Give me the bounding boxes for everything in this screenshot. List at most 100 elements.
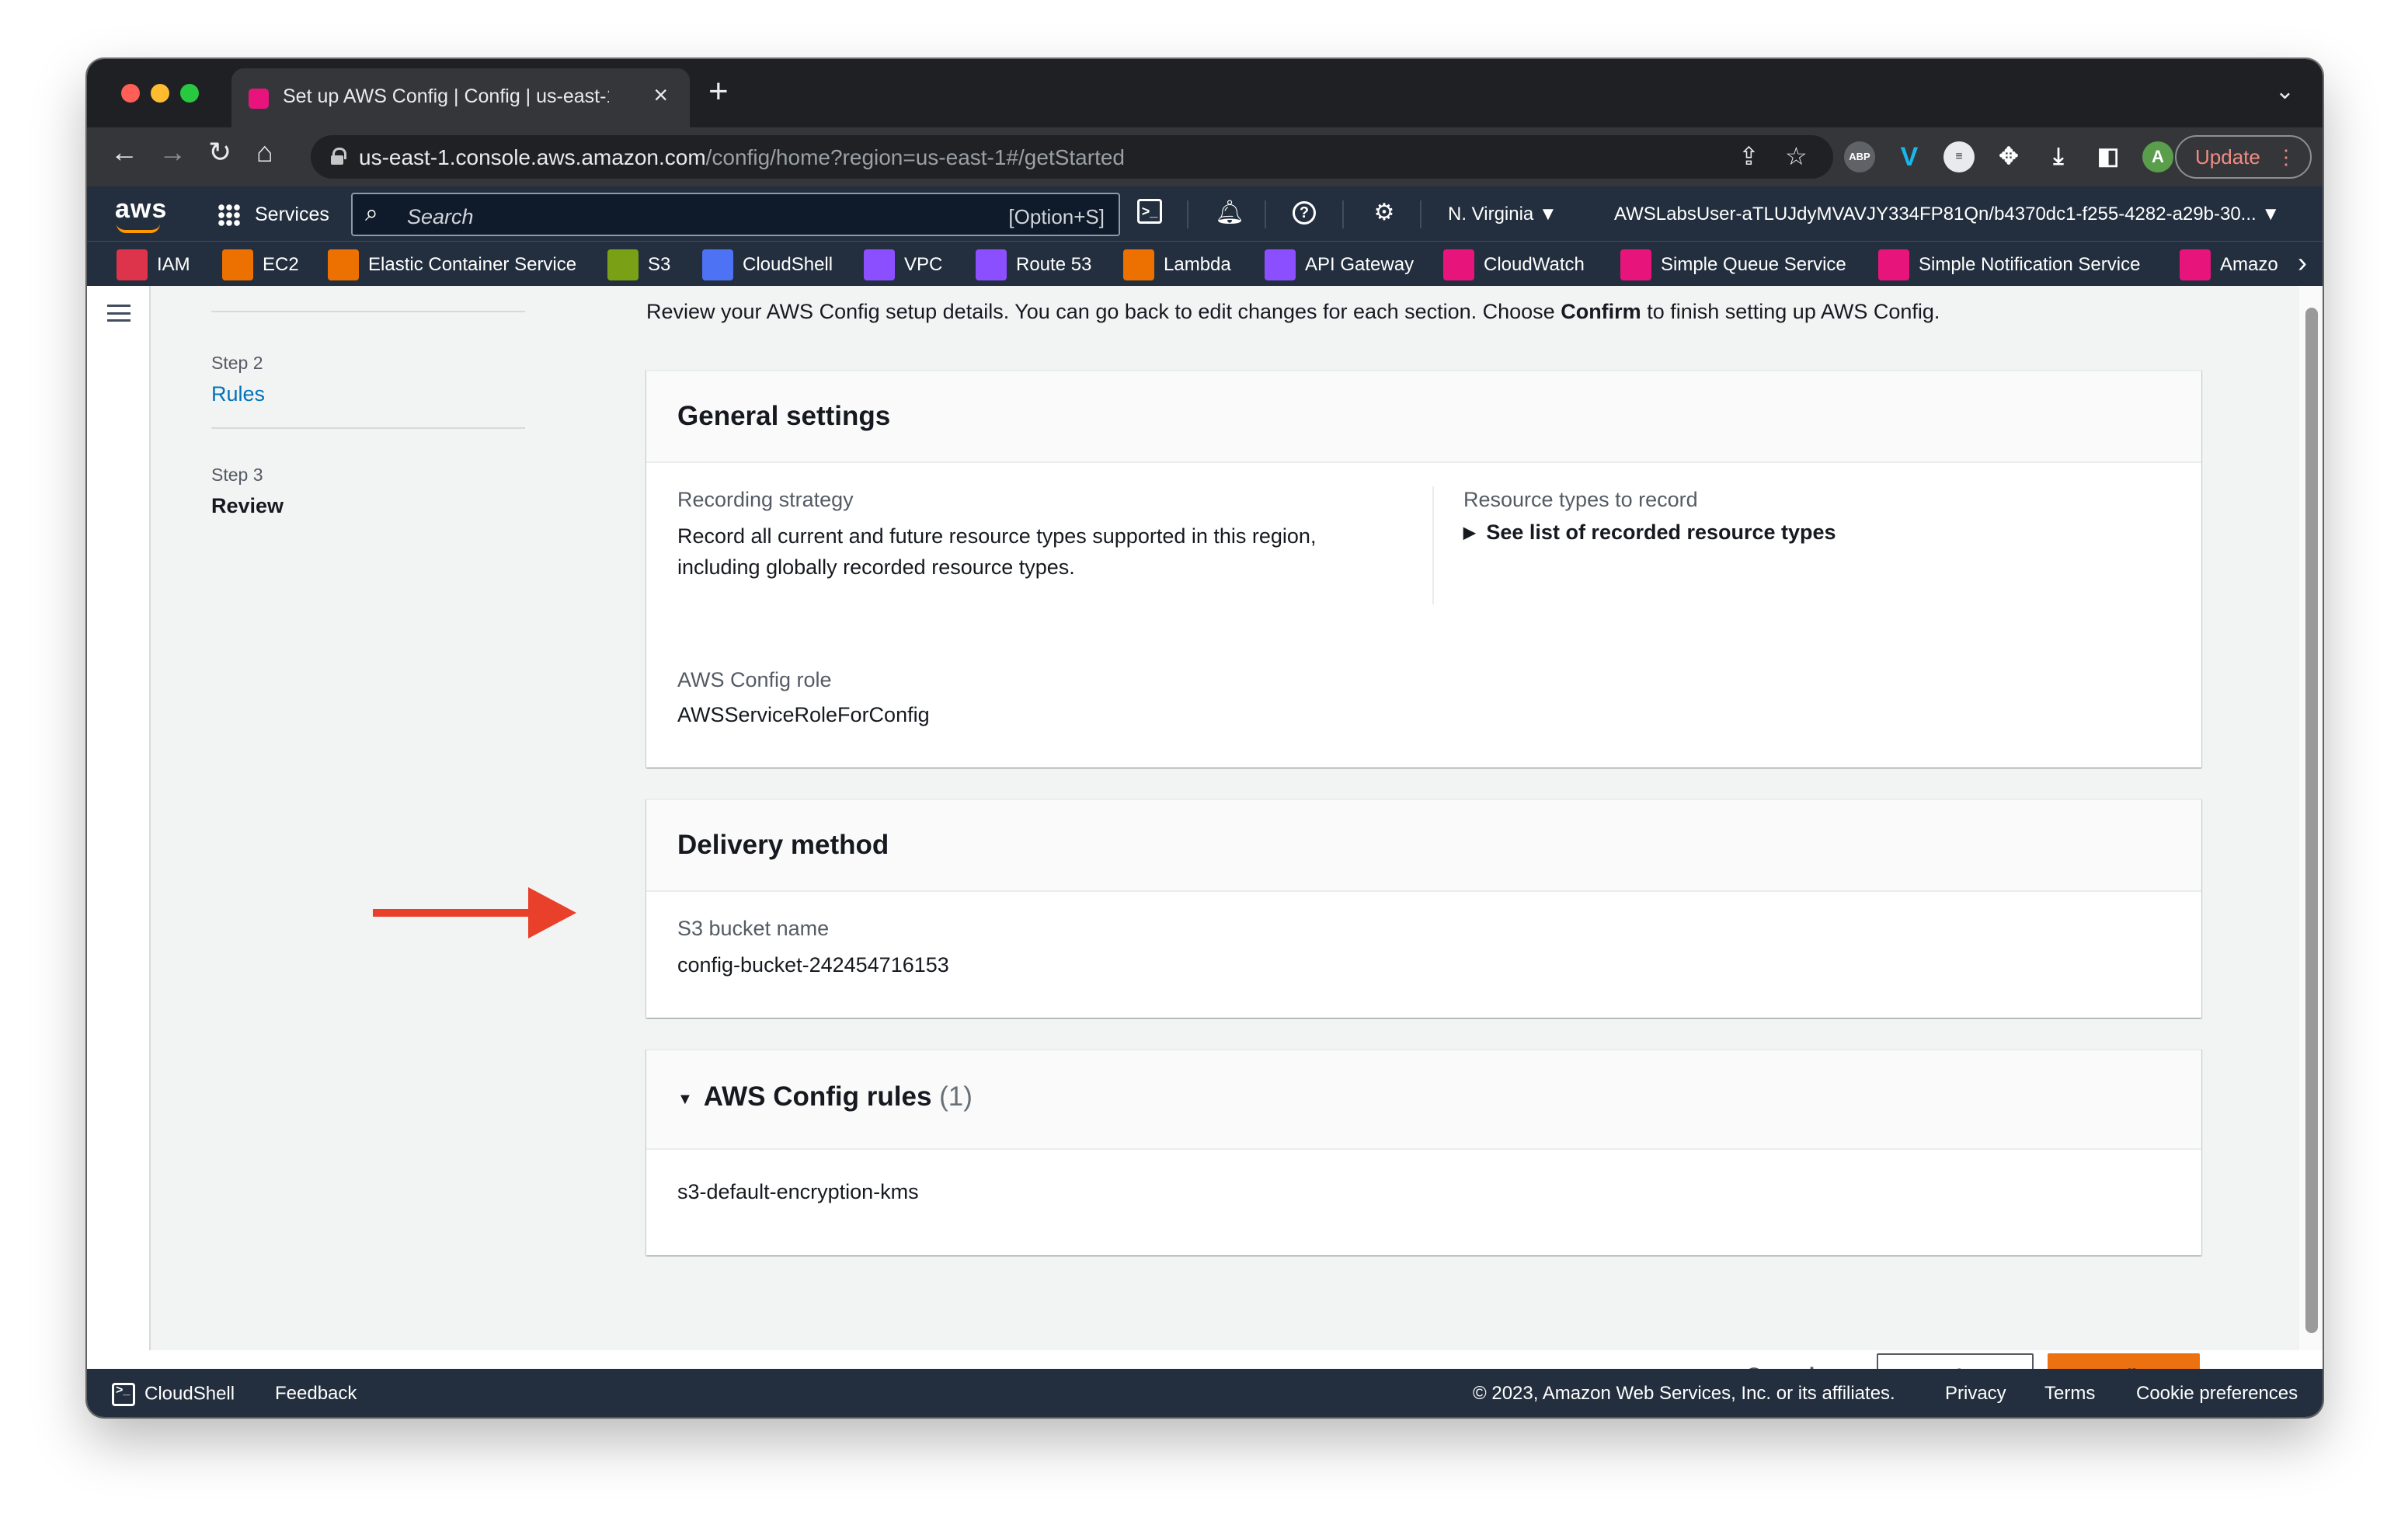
menu-hamburger-icon[interactable] [107,305,130,322]
profile-avatar[interactable]: A [2142,141,2173,172]
favorite-ec2[interactable]: EC2 [222,249,299,280]
footer-feedback[interactable]: Feedback [275,1383,357,1405]
amazon-service-icon [2180,249,2211,280]
column-separator [1432,486,1434,604]
account-menu[interactable]: AWSLabsUser-aTLUJdyMVAVJY334FP81Qn/b4370… [1614,204,2280,225]
browser-tab[interactable]: Set up AWS Config | Config | us-east-1 × [231,68,690,127]
favorite-vpc[interactable]: VPC [864,249,942,280]
new-tab-button[interactable]: + [708,75,729,109]
console-search-input[interactable]: ⌕ Search [Option+S] [351,193,1120,236]
s3-icon [607,249,639,280]
vpc-icon [864,249,895,280]
annotation-arrow-shaft [373,909,552,917]
cloudshell-icon[interactable]: >_ [1137,199,1162,224]
favorite-cloudshell[interactable]: CloudShell [702,249,833,280]
cloudshell-icon [112,1383,135,1406]
address-bar[interactable]: us-east-1.console.aws.amazon.com/config/… [311,135,1833,179]
tab-close-icon[interactable]: × [653,81,668,110]
reload-icon[interactable]: ↻ [208,138,231,166]
annotation-arrow-head-icon [528,887,576,938]
api-gateway-icon [1265,249,1296,280]
favorite-cloudwatch[interactable]: CloudWatch [1443,249,1585,280]
search-placeholder: Search [407,205,474,228]
tab-search-chevron-icon[interactable]: ⌄ [2275,78,2295,105]
favorite-s3[interactable]: S3 [607,249,670,280]
favorite-ecs[interactable]: Elastic Container Service [328,249,576,280]
general-settings-panel: General settings Recording strategy Reco… [646,370,2201,768]
recording-strategy-label: Recording strategy [677,488,854,511]
step-2-label: Step 2 [211,353,263,373]
search-icon: ⌕ [365,200,378,226]
side-panel-icon[interactable]: ◧ [2093,141,2124,172]
config-role-label: AWS Config role [677,668,832,691]
close-window-button[interactable] [121,84,140,103]
download-icon[interactable]: ⤓ [2043,141,2074,172]
forward-icon[interactable]: → [158,138,186,166]
config-favicon-icon [249,89,269,109]
favorite-amazon[interactable]: Amazon [2180,249,2278,280]
footer-cookie-preferences[interactable]: Cookie preferences [2136,1383,2298,1405]
footer-copyright: © 2023, Amazon Web Services, Inc. or its… [1473,1383,1895,1404]
sns-icon [1878,249,1909,280]
favorite-route53[interactable]: Route 53 [976,249,1091,280]
main-content: Step 2 Rules Step 3 Review Review your A… [87,286,2323,1400]
bookmark-star-icon[interactable]: ☆ [1785,141,1808,171]
favorite-lambda[interactable]: Lambda [1123,249,1231,280]
favorite-sns[interactable]: Simple Notification Service [1878,249,2140,280]
services-grid-icon[interactable] [217,204,241,227]
side-nav-rail [87,286,151,1350]
services-menu[interactable]: Services [255,204,329,226]
scrollbar-thumb[interactable] [2305,308,2318,1333]
cloudwatch-icon [1443,249,1474,280]
console-footer: CloudShell Feedback © 2023, Amazon Web S… [87,1369,2323,1417]
extensions-puzzle-icon[interactable]: ✥ [1993,141,2024,172]
settings-gear-icon[interactable]: ⚙ [1370,199,1398,227]
favorites-bar: IAM EC2 Elastic Container Service S3 Clo… [87,241,2323,286]
cloudshell-icon [702,249,733,280]
notifications-bell-icon[interactable]: 🔔︎ [1215,199,1244,227]
step-divider [211,311,525,312]
home-icon[interactable]: ⌂ [256,138,273,166]
scrollbar[interactable] [2299,286,2323,1350]
step-2-link[interactable]: Rules [211,382,265,406]
zoom-window-button[interactable] [180,84,199,103]
help-icon[interactable]: ? [1293,201,1316,225]
share-icon[interactable]: ⇪ [1738,141,1759,171]
favorite-iam[interactable]: IAM [117,249,190,280]
recorded-resource-types-expander[interactable]: ▶ See list of recorded resource types [1463,521,1836,545]
aws-logo-smile [117,224,160,233]
menu-dots-icon[interactable]: ⋮ [2276,137,2296,177]
caret-down-icon: ▼ [677,1091,693,1108]
footer-terms[interactable]: Terms [2044,1383,2095,1405]
adblock-extension-icon[interactable]: ABP [1844,141,1875,172]
step-3-current: Review [211,494,284,517]
footer-privacy[interactable]: Privacy [1945,1383,2006,1405]
footer-cloudshell[interactable]: CloudShell [112,1383,235,1406]
tab-strip: Set up AWS Config | Config | us-east-1 ×… [87,59,2323,127]
favorite-api-gateway[interactable]: API Gateway [1265,249,1414,280]
step-3-label: Step 3 [211,465,263,485]
chevron-right-icon[interactable]: › [2298,246,2307,279]
back-icon[interactable]: ← [110,138,138,166]
config-rules-toggle[interactable]: ▼ AWS Config rules (1) [677,1081,973,1112]
panel-title: General settings [677,401,891,431]
caret-right-icon: ▶ [1463,524,1476,541]
update-button[interactable]: Update ⋮ [2175,135,2312,179]
aws-logo[interactable]: aws [115,194,167,225]
browser-toolbar: ← → ↻ ⌂ us-east-1.console.aws.amazon.com… [87,127,2323,186]
delivery-method-panel: Delivery method S3 bucket name config-bu… [646,799,2201,1018]
minimize-window-button[interactable] [151,84,169,103]
tab-title: Set up AWS Config | Config | us-east-1 [283,85,609,107]
step-divider [211,427,525,429]
panel-header[interactable]: ▼ AWS Config rules (1) [646,1050,2201,1150]
favorite-sqs[interactable]: Simple Queue Service [1620,249,1846,280]
recording-strategy-value: Record all current and future resource t… [677,524,1317,579]
url-text[interactable]: us-east-1.console.aws.amazon.com/config/… [359,145,1125,170]
lock-icon[interactable] [331,148,346,165]
region-selector[interactable]: N. Virginia ▼ [1448,204,1557,225]
header-separator [1187,200,1188,228]
config-rules-panel: ▼ AWS Config rules (1) s3-default-encrypt… [646,1049,2201,1255]
vimeo-extension-icon[interactable]: V [1894,141,1925,172]
list-extension-icon[interactable]: ≡ [1943,141,1975,172]
s3-bucket-value: config-bucket-242454716153 [677,953,949,977]
